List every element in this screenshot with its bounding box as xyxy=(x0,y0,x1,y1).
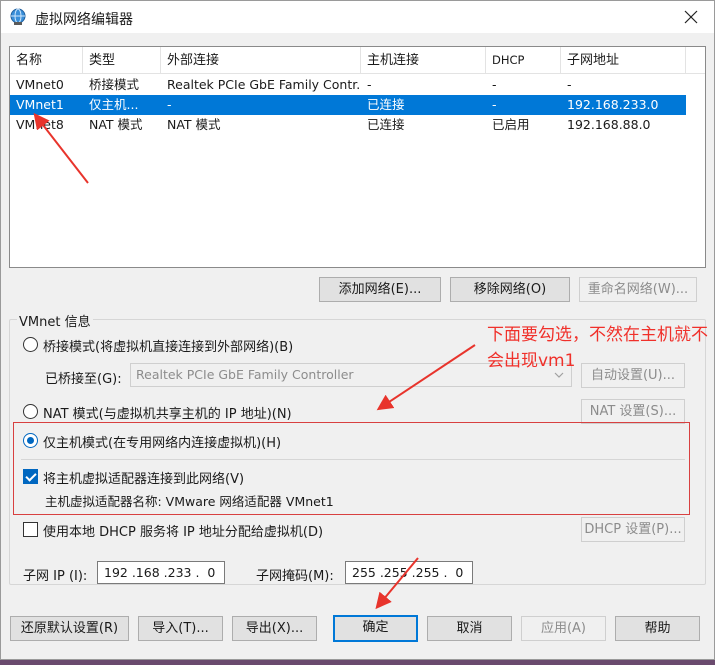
bridged-to-value: Realtek PCIe GbE Family Controller xyxy=(136,367,354,382)
cell-host: - xyxy=(367,77,372,92)
cell-dhcp: 已启用 xyxy=(492,117,530,132)
cell-subnet: - xyxy=(567,77,572,92)
bridged-mode-label[interactable]: 桥接模式(将虚拟机直接连接到外部网络)(B) xyxy=(43,336,293,355)
table-row[interactable]: VMnet0 桥接模式 Realtek PCIe GbE Family Cont… xyxy=(10,75,686,95)
cell-name: VMnet0 xyxy=(16,77,64,92)
window-title: 虚拟网络编辑器 xyxy=(35,12,133,28)
host-only-mode-label[interactable]: 仅主机模式(在专用网络内连接虚拟机)(H) xyxy=(43,432,281,451)
cell-host: 已连接 xyxy=(367,97,405,112)
title-bar[interactable]: 虚拟网络编辑器 xyxy=(1,1,714,33)
bridged-to-label: 已桥接至(G): xyxy=(45,372,122,387)
cell-type: 桥接模式 xyxy=(89,77,140,92)
cell-dhcp: - xyxy=(492,97,497,112)
table-row-selected[interactable]: VMnet1 仅主机... - 已连接 - 192.168.233.0 xyxy=(10,95,686,115)
column-header-subnet[interactable]: 子网地址 xyxy=(561,47,686,74)
nat-mode-label[interactable]: NAT 模式(与虚拟机共享主机的 IP 地址)(N) xyxy=(43,403,292,422)
ok-button[interactable]: 确定 xyxy=(333,615,418,642)
dhcp-settings-button[interactable]: DHCP 设置(P)... xyxy=(581,517,685,542)
import-button[interactable]: 导入(T)... xyxy=(138,616,223,641)
cell-external: Realtek PCIe GbE Family Contr... xyxy=(167,77,361,92)
bridged-mode-radio[interactable] xyxy=(23,337,38,352)
column-header-external[interactable]: 外部连接 xyxy=(161,47,361,74)
remove-network-button[interactable]: 移除网络(O) xyxy=(450,277,570,302)
nat-mode-radio[interactable] xyxy=(23,404,38,419)
divider xyxy=(21,459,685,460)
dhcp-service-label[interactable]: 使用本地 DHCP 服务将 IP 地址分配给虚拟机(D) xyxy=(43,521,323,540)
subnet-ip-input[interactable]: 192 .168 .233 . 0 xyxy=(97,561,225,584)
annotation-text: 下面要勾选，不然在主机就不会出现vm1 xyxy=(487,325,708,371)
subnet-ip-label: 子网 IP (I): xyxy=(23,569,88,584)
nat-settings-button[interactable]: NAT 设置(S)... xyxy=(581,399,685,424)
rename-network-button[interactable]: 重命名网络(W)... xyxy=(579,277,697,302)
cell-type: 仅主机... xyxy=(89,97,139,112)
network-list-header: 名称 类型 外部连接 主机连接 DHCP 子网地址 xyxy=(10,47,705,74)
network-list[interactable]: 名称 类型 外部连接 主机连接 DHCP 子网地址 VMnet0 桥接模式 Re… xyxy=(9,46,706,268)
cell-name: VMnet8 xyxy=(16,117,64,132)
host-only-mode-radio[interactable] xyxy=(23,433,38,448)
column-header-name[interactable]: 名称 xyxy=(10,47,83,74)
column-header-type[interactable]: 类型 xyxy=(83,47,161,74)
close-button[interactable] xyxy=(668,1,714,33)
cancel-button[interactable]: 取消 xyxy=(427,616,512,641)
subnet-mask-input[interactable]: 255 .255 .255 . 0 xyxy=(345,561,473,584)
host-adapter-name-label: 主机虚拟适配器名称: VMware 网络适配器 VMnet1 xyxy=(45,494,334,509)
connect-host-adapter-checkbox[interactable] xyxy=(23,469,38,484)
connect-host-adapter-label[interactable]: 将主机虚拟适配器连接到此网络(V) xyxy=(43,468,244,487)
cell-type: NAT 模式 xyxy=(89,117,143,132)
cell-name: VMnet1 xyxy=(16,97,64,112)
network-globe-icon xyxy=(10,8,26,25)
cell-dhcp: - xyxy=(492,77,497,92)
cell-subnet: 192.168.233.0 xyxy=(567,97,659,112)
export-button[interactable]: 导出(X)... xyxy=(232,616,317,641)
close-icon xyxy=(684,10,698,24)
cell-subnet: 192.168.88.0 xyxy=(567,117,651,132)
restore-defaults-button[interactable]: 还原默认设置(R) xyxy=(10,616,129,641)
cell-host: 已连接 xyxy=(367,117,405,132)
add-network-button[interactable]: 添加网络(E)... xyxy=(319,277,441,302)
cell-external: NAT 模式 xyxy=(167,117,221,132)
dhcp-service-checkbox[interactable] xyxy=(23,522,38,537)
column-header-host[interactable]: 主机连接 xyxy=(361,47,486,74)
help-button[interactable]: 帮助 xyxy=(615,616,700,641)
cell-external: - xyxy=(167,97,172,112)
column-header-dhcp[interactable]: DHCP xyxy=(486,47,561,74)
vmnet-info-title: VMnet 信息 xyxy=(17,311,93,330)
table-row[interactable]: VMnet8 NAT 模式 NAT 模式 已连接 已启用 192.168.88.… xyxy=(10,115,686,135)
subnet-mask-label: 子网掩码(M): xyxy=(256,569,334,584)
apply-button[interactable]: 应用(A) xyxy=(521,616,606,641)
